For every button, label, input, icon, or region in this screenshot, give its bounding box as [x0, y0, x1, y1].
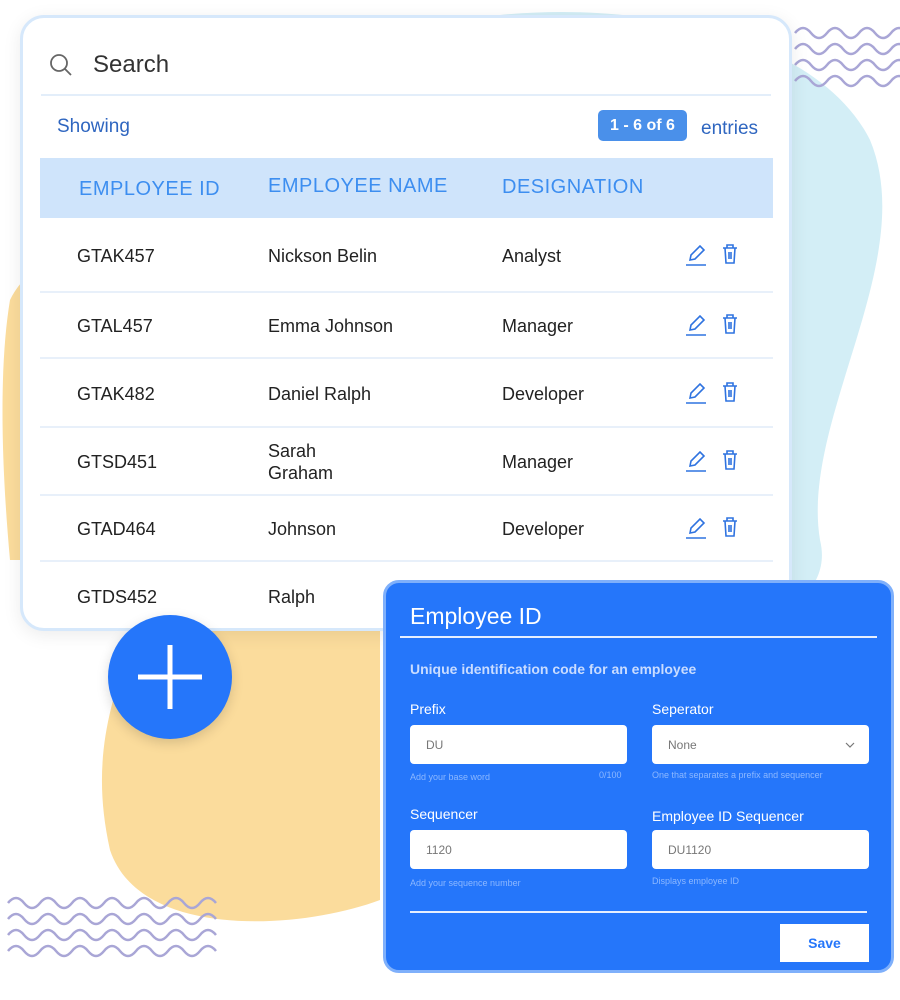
- sequencer-hint: Add your sequence number: [410, 878, 521, 888]
- prefix-hint: Add your base word: [410, 772, 491, 782]
- table-header: EMPLOYEE ID EMPLOYEE NAME DESIGNATION: [40, 158, 773, 218]
- add-button[interactable]: [108, 615, 232, 739]
- designation-cell: Developer: [502, 383, 585, 404]
- employee-name-cell: Ralph: [268, 587, 316, 607]
- employee-id-sequencer-label: Employee ID Sequencer: [652, 808, 804, 824]
- employee-id-sequencer-input[interactable]: [652, 830, 869, 869]
- prefix-label: Prefix: [410, 701, 446, 717]
- delete-icon[interactable]: [721, 516, 739, 538]
- table-row: GTSD451 Sarah Graham Manager: [40, 428, 773, 496]
- delete-icon[interactable]: [721, 313, 739, 335]
- save-button[interactable]: Save: [780, 924, 869, 962]
- divider: [410, 911, 867, 913]
- separator-hint: One that separates a prefix and sequence…: [652, 770, 823, 780]
- edit-icon[interactable]: [685, 449, 707, 473]
- employee-id-cell: GTAL457: [77, 316, 153, 336]
- column-header-designation[interactable]: DESIGNATION: [502, 176, 644, 199]
- divider: [400, 636, 877, 638]
- column-header-employee-id[interactable]: EMPLOYEE ID: [79, 178, 220, 201]
- employee-name-cell: Emma Johnson: [268, 316, 394, 336]
- sequencer-input[interactable]: [410, 830, 627, 869]
- employee-table-card: Showing 1 - 6 of 6 entries EMPLOYEE ID E…: [20, 15, 792, 631]
- dialog-title: Employee ID: [410, 603, 542, 629]
- edit-icon[interactable]: [685, 516, 707, 540]
- prefix-counter: 0/100: [599, 770, 622, 780]
- edit-icon[interactable]: [685, 313, 707, 337]
- delete-icon[interactable]: [721, 243, 739, 265]
- table-row: GTAK457 Nickson Belin Analyst: [40, 218, 773, 293]
- employee-id-cell: GTAD464: [77, 519, 156, 539]
- employee-name-cell: Nickson Belin: [268, 245, 378, 266]
- showing-label: Showing: [57, 116, 130, 137]
- employee-id-cell: GTAK482: [77, 383, 155, 404]
- employee-id-cell: GTAK457: [77, 245, 155, 266]
- employee-id-sequencer-hint: Displays employee ID: [652, 876, 740, 886]
- sequencer-label: Sequencer: [410, 806, 478, 822]
- table-row: GTAL457 Emma Johnson Manager: [40, 293, 773, 359]
- employee-id-cell: GTDS452: [77, 587, 158, 607]
- dialog-subtitle: Unique identification code for an employ…: [410, 661, 697, 677]
- table-row: GTAK482 Daniel Ralph Developer: [40, 359, 773, 428]
- edit-icon[interactable]: [685, 243, 707, 267]
- designation-cell: Analyst: [502, 245, 562, 266]
- delete-icon[interactable]: [721, 381, 739, 403]
- table-row: GTAD464 Johnson Developer: [40, 496, 773, 562]
- designation-cell: Manager: [502, 452, 574, 472]
- employee-name-cell: Johnson: [268, 519, 337, 539]
- edit-icon[interactable]: [685, 381, 707, 405]
- column-header-employee-name[interactable]: EMPLOYEE NAME: [268, 175, 448, 198]
- search-icon: [50, 54, 72, 76]
- separator-value: None: [668, 737, 697, 752]
- search-input[interactable]: [93, 51, 593, 79]
- entries-label: entries: [701, 118, 759, 139]
- designation-cell: Developer: [502, 519, 585, 539]
- prefix-input[interactable]: [410, 725, 627, 764]
- employee-id-dialog: Employee ID Unique identification code f…: [383, 580, 894, 973]
- employee-name-cell: Daniel Ralph: [268, 383, 372, 404]
- employee-id-cell: GTSD451: [77, 452, 158, 472]
- delete-icon[interactable]: [721, 449, 739, 471]
- separator-select[interactable]: None: [652, 725, 869, 764]
- search-bar: [41, 36, 771, 96]
- pagination-range-badge: 1 - 6 of 6: [598, 110, 687, 141]
- separator-label: Seperator: [652, 701, 714, 717]
- chevron-down-icon: [845, 742, 855, 748]
- designation-cell: Manager: [502, 316, 574, 336]
- employee-name-cell: Sarah Graham: [268, 441, 334, 483]
